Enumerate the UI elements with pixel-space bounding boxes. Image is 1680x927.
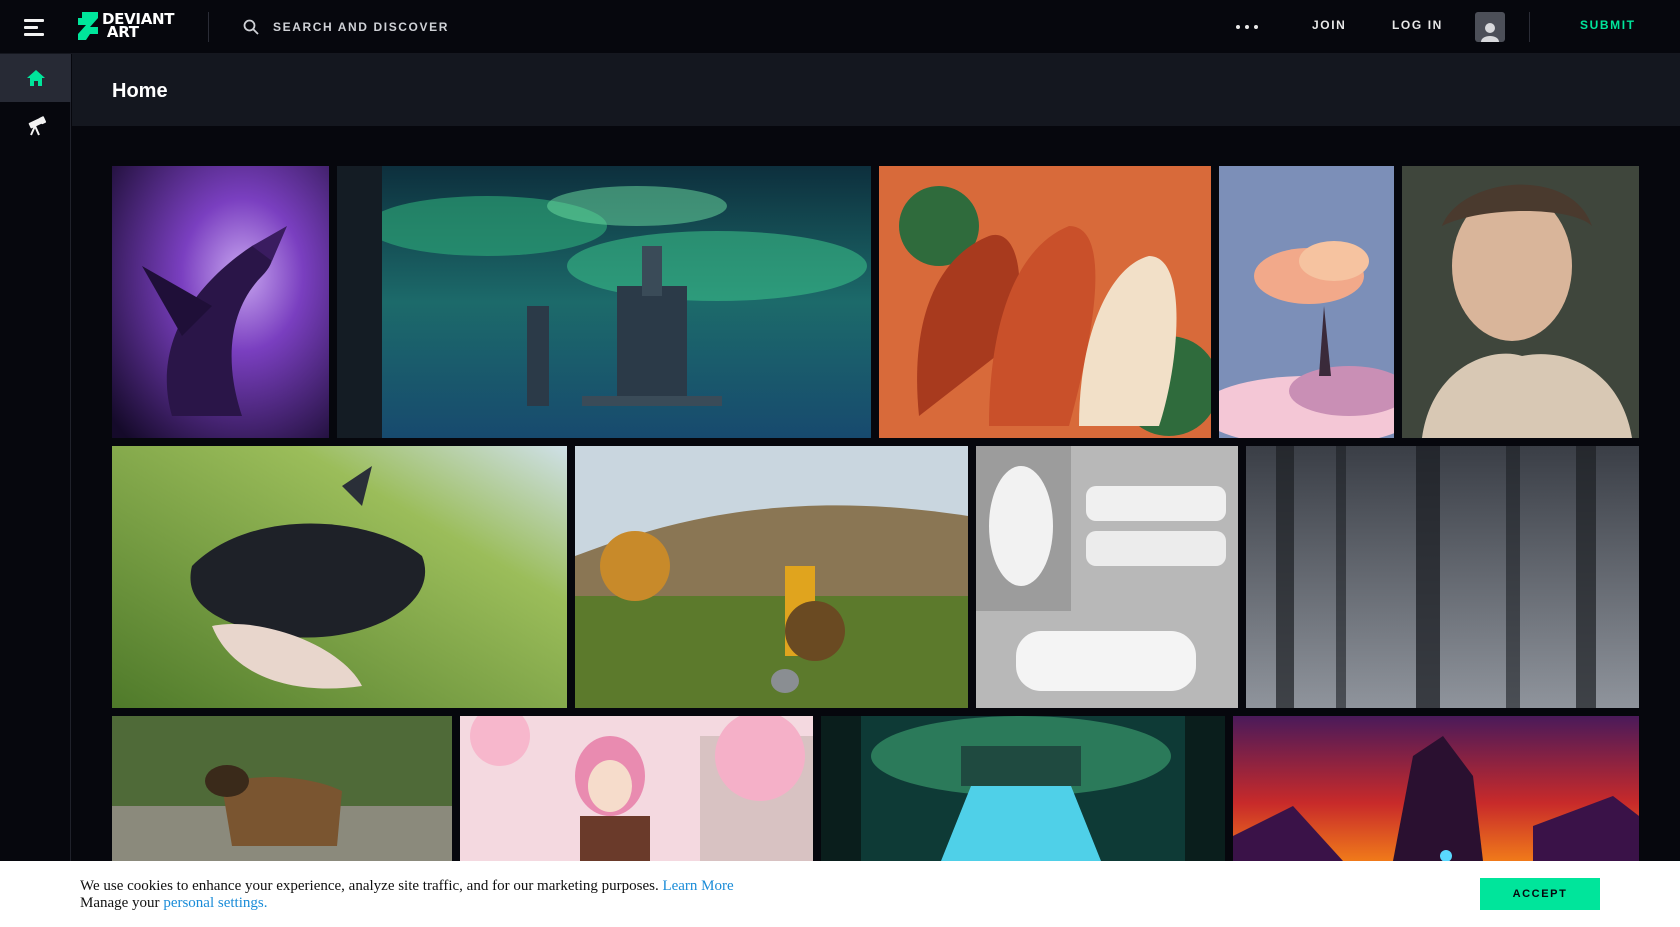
gallery-item-red-sky[interactable]	[1233, 716, 1639, 861]
search-icon	[243, 19, 259, 35]
page-header: Home	[72, 54, 1680, 126]
search-placeholder[interactable]: SEARCH AND DISCOVER	[273, 20, 449, 34]
gallery-item-face-masks[interactable]	[976, 446, 1238, 708]
gallery-item-waterfall-temple[interactable]	[821, 716, 1225, 861]
gallery-item-misty-forest[interactable]	[1246, 446, 1639, 708]
header-divider	[208, 12, 209, 42]
personal-settings-link[interactable]: personal settings.	[163, 895, 267, 911]
sidebar-item-discover[interactable]	[0, 102, 71, 150]
header-divider	[1529, 12, 1530, 42]
submit-button[interactable]: SUBMIT	[1580, 18, 1636, 32]
telescope-icon	[28, 116, 46, 136]
gallery-item-three-horses[interactable]	[879, 166, 1211, 438]
more-options-icon[interactable]	[1236, 18, 1258, 36]
page-title: Home	[112, 80, 168, 102]
join-link[interactable]: JOIN	[1312, 18, 1346, 32]
gallery-item-shepherd-dog[interactable]	[112, 716, 452, 861]
gallery-item-sky-castle[interactable]	[337, 166, 871, 438]
cookie-line1: We use cookies to enhance your experienc…	[80, 878, 659, 894]
home-icon	[26, 70, 45, 86]
learn-more-link[interactable]: Learn More	[662, 878, 733, 894]
menu-icon[interactable]	[24, 17, 48, 37]
left-sidebar	[0, 54, 71, 927]
search-bar[interactable]: SEARCH AND DISCOVER	[243, 14, 449, 40]
logo-wordmark: DEVIANT ART	[102, 10, 175, 41]
login-link[interactable]: LOG IN	[1392, 18, 1443, 32]
gallery-item-pink-tree[interactable]	[1219, 166, 1394, 438]
gallery-item-portrait[interactable]	[1402, 166, 1639, 438]
deviantart-logo[interactable]: DEVIANT ART	[78, 12, 174, 40]
gallery-item-warrior[interactable]	[575, 446, 968, 708]
cookie-banner: We use cookies to enhance your experienc…	[0, 861, 1680, 927]
sidebar-item-home[interactable]	[0, 54, 71, 102]
top-navigation-bar: DEVIANT ART SEARCH AND DISCOVER JOIN LOG…	[0, 0, 1680, 54]
cookie-line2: Manage your	[80, 895, 160, 911]
cookie-message: We use cookies to enhance your experienc…	[80, 878, 734, 912]
gallery-item-black-dragon[interactable]	[112, 446, 567, 708]
gallery-item-sakura-girl[interactable]	[460, 716, 813, 861]
deviantart-mark-icon	[78, 12, 98, 40]
avatar-icon[interactable]	[1475, 12, 1505, 42]
accept-button[interactable]: ACCEPT	[1480, 878, 1600, 910]
gallery-item-purple-dragon[interactable]	[112, 166, 329, 438]
